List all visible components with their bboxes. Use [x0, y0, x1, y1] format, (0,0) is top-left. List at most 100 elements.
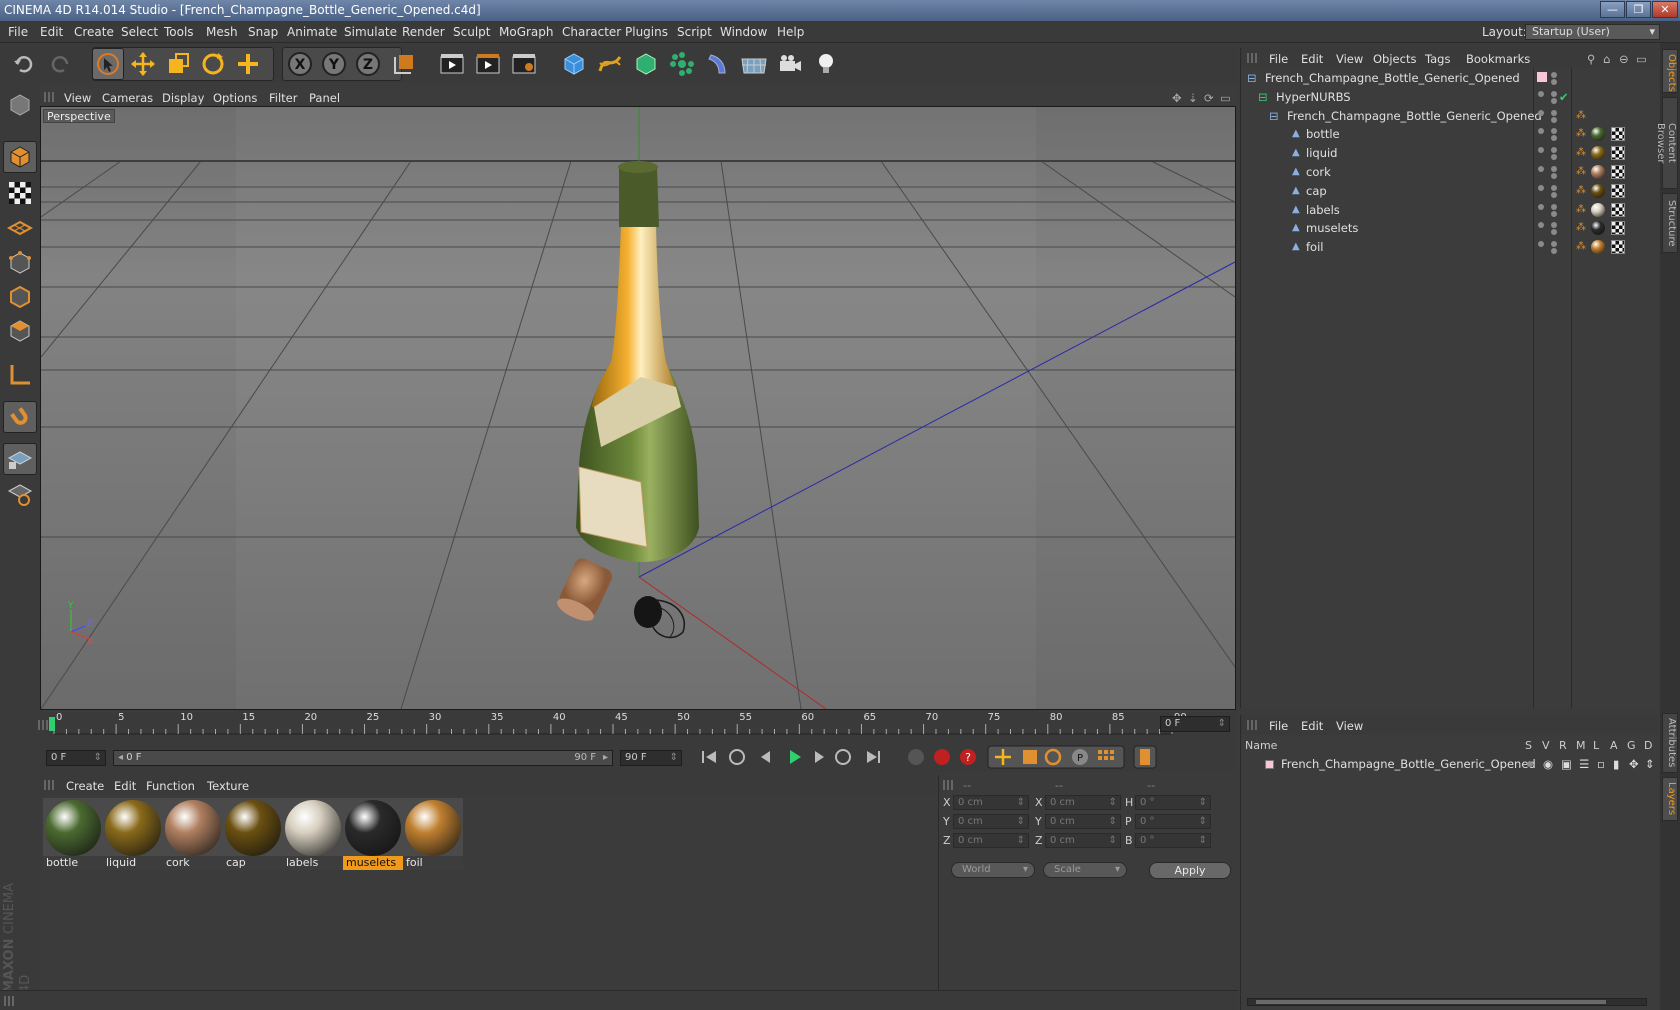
search-icon[interactable]: ⚲ [1587, 52, 1595, 66]
scale-icon[interactable] [162, 48, 194, 80]
viewport-zoom-icon[interactable]: ⇣ [1188, 91, 1198, 105]
menu-mesh[interactable]: Mesh [206, 25, 238, 39]
material-foil[interactable]: foil [403, 798, 463, 870]
y-axis-icon[interactable]: Y [318, 48, 350, 80]
object-menu-objects[interactable]: Objects [1373, 52, 1416, 66]
material-menu-edit[interactable]: Edit [114, 779, 136, 793]
viewport-maximize-icon[interactable]: ▭ [1220, 91, 1231, 105]
render-visibility-dot[interactable] [1551, 72, 1557, 78]
perspective-viewport[interactable]: Y Z X Perspective [40, 106, 1236, 710]
model-mode-icon[interactable] [3, 141, 37, 173]
range-slider[interactable]: ◂ 0 F 90 F ▸ [113, 750, 613, 766]
render-visibility-dot[interactable] [1551, 222, 1557, 229]
menu-file[interactable]: File [8, 25, 28, 39]
render-visibility-dot[interactable] [1551, 203, 1557, 210]
render-visibility-dot[interactable] [1551, 173, 1557, 179]
viewport-menu-display[interactable]: Display [162, 91, 204, 105]
render-visibility-dot[interactable] [1551, 210, 1557, 217]
points-mode-icon[interactable] [3, 247, 37, 279]
coord-field[interactable]: 0 cm ⇕ [1045, 814, 1121, 829]
material-tag-icon[interactable] [1591, 221, 1605, 236]
menu-sculpt[interactable]: Sculpt [453, 25, 490, 39]
menu-snap[interactable]: Snap [248, 25, 278, 39]
object-menu-view[interactable]: View [1336, 52, 1363, 66]
material-liquid[interactable]: liquid [103, 798, 163, 870]
editor-visibility-dot[interactable] [1538, 166, 1544, 172]
array-icon[interactable] [666, 48, 698, 80]
planar-workplane-icon[interactable] [3, 478, 37, 510]
phong-tag-icon[interactable]: ⁂ [1576, 237, 1586, 257]
workplane-mode-icon[interactable] [3, 211, 37, 243]
live-selection-icon[interactable] [92, 48, 124, 80]
editor-visibility-dot[interactable] [1538, 109, 1544, 116]
material-tag-icon[interactable] [1591, 202, 1605, 217]
viewport-pan-icon[interactable]: ✥ [1172, 91, 1182, 105]
enabled-check-icon[interactable]: ✔ [1559, 87, 1569, 107]
material-muselets[interactable]: muselets [343, 798, 403, 870]
object-row[interactable]: ▲ cap ⁂ [1241, 181, 1659, 201]
polygons-mode-icon[interactable] [3, 315, 37, 347]
render-visibility-dot[interactable] [1551, 79, 1557, 85]
tab-structure[interactable]: Structure [1662, 193, 1678, 253]
nurbs-icon[interactable] [630, 48, 662, 80]
tab-attributes[interactable]: Attributes [1662, 713, 1678, 773]
uvw-tag-icon[interactable] [1611, 240, 1625, 255]
render-visibility-dot[interactable] [1551, 184, 1557, 191]
tab-layers[interactable]: Layers [1662, 777, 1678, 821]
menu-render[interactable]: Render [402, 25, 445, 39]
apply-button[interactable]: Apply [1149, 862, 1231, 879]
layer-color-swatch[interactable] [1537, 72, 1547, 82]
render-visibility-dot[interactable] [1551, 116, 1557, 123]
coord-field[interactable]: 0 ° ⇕ [1135, 795, 1211, 810]
move-icon[interactable] [127, 48, 159, 80]
render-visibility-dot[interactable] [1551, 191, 1557, 198]
make-editable-icon[interactable] [3, 89, 37, 121]
material-tag-icon[interactable] [1591, 146, 1605, 161]
uvw-tag-icon[interactable] [1611, 202, 1625, 217]
coord-field[interactable]: 0 ° ⇕ [1135, 833, 1211, 848]
render-visibility-dot[interactable] [1551, 229, 1557, 236]
menu-animate[interactable]: Animate [287, 25, 337, 39]
restore-button[interactable]: ❐ [1626, 1, 1651, 18]
end-frame-field[interactable]: 90 F ⇕ [620, 750, 682, 766]
editor-visibility-dot[interactable] [1538, 90, 1544, 97]
layer-color-swatch[interactable] [1265, 760, 1274, 769]
viewport-menu-panel[interactable]: Panel [309, 91, 340, 105]
layer-deformer-icon[interactable]: ⇕ [1645, 755, 1655, 773]
editor-visibility-dot[interactable] [1538, 184, 1544, 191]
phong-tag-icon[interactable]: ⁂ [1576, 200, 1586, 220]
material-cork[interactable]: cork [163, 798, 223, 870]
viewport-menu-view[interactable]: View [64, 91, 91, 105]
floor-icon[interactable] [738, 48, 770, 80]
phong-tag-icon[interactable]: ⁂ [1576, 218, 1586, 238]
menu-simulate[interactable]: Simulate [344, 25, 397, 39]
object-row[interactable]: ▲ labels ⁂ [1241, 200, 1659, 220]
viewport-rotate-icon[interactable]: ⟳ [1204, 91, 1214, 105]
menu-select[interactable]: Select [121, 25, 158, 39]
viewport-menu-cameras[interactable]: Cameras [102, 91, 153, 105]
material-tag-icon[interactable] [1591, 127, 1605, 142]
coord-field[interactable]: 0 ° ⇕ [1135, 814, 1211, 829]
object-row[interactable]: ⊟ HyperNURBS ✔ [1241, 87, 1659, 107]
snap-icon[interactable] [3, 401, 37, 433]
axis-mode-icon[interactable] [3, 359, 37, 391]
layer-visible-icon[interactable]: ◉ [1543, 755, 1553, 773]
render-picture-viewer-icon[interactable] [472, 48, 504, 80]
menu-plugins[interactable]: Plugins [625, 25, 668, 39]
layer-generator-icon[interactable]: ✥ [1629, 755, 1639, 773]
layer-scrollbar[interactable] [1247, 998, 1647, 1006]
viewport-menu-filter[interactable]: Filter [269, 91, 297, 105]
uvw-tag-icon[interactable] [1611, 183, 1625, 198]
render-visibility-dot[interactable] [1551, 147, 1557, 154]
object-menu-edit[interactable]: Edit [1301, 52, 1323, 66]
coord-field[interactable]: 0 cm ⇕ [953, 795, 1029, 810]
tab-objects[interactable]: Objects [1662, 49, 1678, 93]
object-row[interactable]: ▲ foil ⁂ [1241, 237, 1659, 257]
layer-menu-edit[interactable]: Edit [1301, 719, 1323, 733]
light-icon[interactable] [810, 48, 842, 80]
editor-visibility-dot[interactable] [1538, 222, 1544, 229]
material-menu-texture[interactable]: Texture [207, 779, 249, 793]
edit-render-settings-icon[interactable] [508, 48, 540, 80]
render-view-icon[interactable] [436, 48, 468, 80]
render-visibility-dot[interactable] [1551, 90, 1557, 97]
